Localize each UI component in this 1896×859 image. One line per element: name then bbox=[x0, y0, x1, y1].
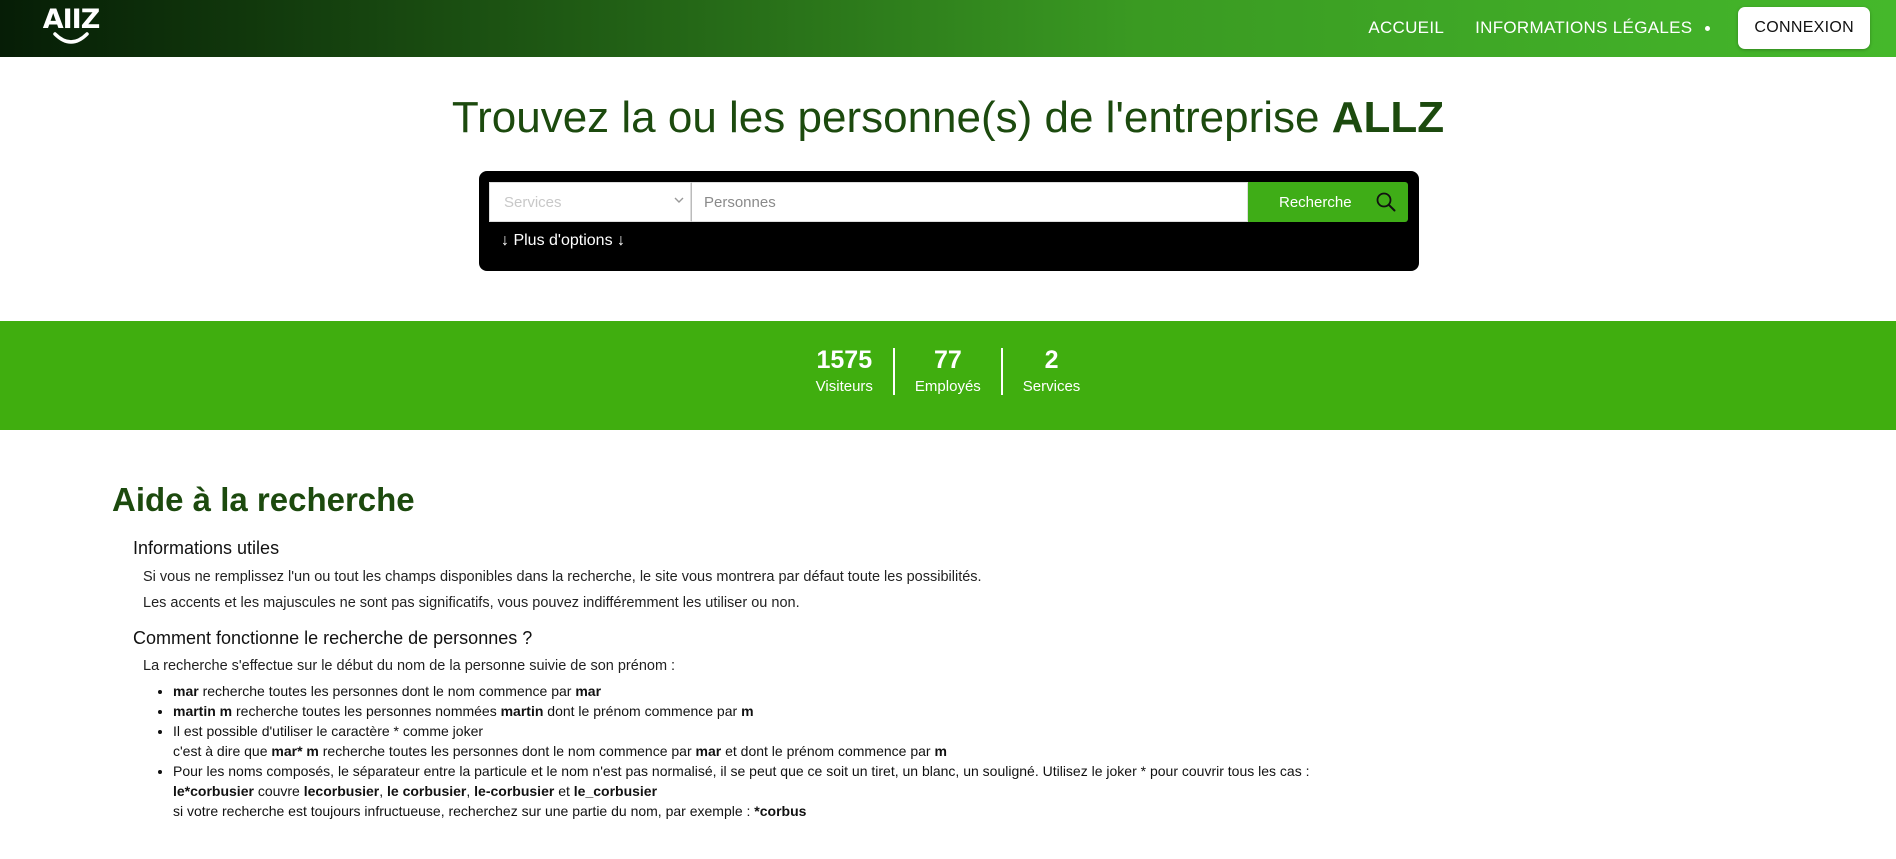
example-term: m bbox=[741, 703, 754, 719]
list-item: martin m recherche toutes les personnes … bbox=[173, 701, 1812, 721]
help-title: Aide à la recherche bbox=[112, 481, 415, 518]
services-select[interactable]: Services bbox=[489, 182, 691, 222]
nav-separator-dot bbox=[1705, 25, 1711, 31]
nav-links: ACCUEIL INFORMATIONS LÉGALES CONNEXION bbox=[1368, 7, 1870, 49]
persons-search-input[interactable] bbox=[691, 182, 1248, 222]
list-text: , bbox=[379, 783, 388, 799]
logo[interactable]: AIIZ bbox=[38, 4, 104, 52]
example-term: mar* m bbox=[271, 743, 319, 759]
list-text: recherche toutes les personnes nommées bbox=[232, 703, 501, 719]
nav-link-accueil[interactable]: ACCUEIL bbox=[1368, 18, 1444, 38]
list-text: dont le prénom commence par bbox=[543, 703, 742, 719]
stats-band: 1575 Visiteurs 77 Employés 2 Services bbox=[0, 321, 1896, 430]
stat-label: Services bbox=[1022, 378, 1081, 395]
more-options-toggle[interactable]: ↓ Plus d'options ↓ bbox=[501, 232, 625, 250]
example-term: m bbox=[934, 743, 947, 759]
example-term: mar bbox=[173, 683, 199, 699]
list-text: c'est à dire que bbox=[173, 743, 272, 759]
page-title-brand: ALLZ bbox=[1331, 93, 1445, 142]
list-text: Pour les noms composés, le séparateur en… bbox=[173, 763, 1310, 779]
stat-label: Visiteurs bbox=[815, 378, 873, 395]
stat-visitors: 1575 Visiteurs bbox=[815, 346, 893, 396]
top-navbar: AIIZ ACCUEIL INFORMATIONS LÉGALES CONNEX… bbox=[0, 0, 1896, 57]
help-list: mar recherche toutes les personnes dont … bbox=[173, 681, 1812, 821]
example-term: le-corbusier bbox=[474, 783, 555, 799]
stat-services: 2 Services bbox=[1000, 346, 1081, 395]
stat-label: Employés bbox=[914, 378, 981, 395]
page-title: Trouvez la ou les personne(s) de l'entre… bbox=[0, 93, 1896, 143]
search-row: Services Recherche bbox=[489, 182, 1409, 222]
list-text: , bbox=[466, 783, 475, 799]
how-heading: Comment fonctionne le recherche de perso… bbox=[133, 628, 533, 648]
nav-link-informations-legales[interactable]: INFORMATIONS LÉGALES bbox=[1475, 18, 1692, 38]
stats-row: 1575 Visiteurs 77 Employés 2 Services bbox=[0, 348, 1896, 395]
search-help-section: Aide à la recherche Informations utiles … bbox=[112, 481, 1812, 821]
list-text: recherche toutes les personnes dont le n… bbox=[198, 683, 576, 699]
search-button[interactable]: Recherche bbox=[1248, 182, 1408, 222]
search-button-label: Recherche bbox=[1279, 193, 1352, 211]
logo-smile-icon bbox=[53, 32, 89, 44]
stat-value: 77 bbox=[933, 346, 962, 374]
list-text: et bbox=[554, 783, 574, 799]
list-text: et dont le prénom commence par bbox=[721, 743, 935, 759]
info-paragraph-1: Si vous ne remplissez l'un ou tout les c… bbox=[143, 569, 982, 585]
example-term: martin bbox=[500, 703, 544, 719]
stat-value: 2 bbox=[1044, 346, 1059, 374]
list-item: Pour les noms composés, le séparateur en… bbox=[173, 761, 1812, 821]
example-term: mar bbox=[695, 743, 722, 759]
list-text: recherche toutes les personnes dont le n… bbox=[318, 743, 696, 759]
search-panel: Services Recherche ↓ Plus d'options ↓ bbox=[479, 171, 1419, 271]
logo-text: AIIZ bbox=[42, 4, 101, 35]
example-term: martin m bbox=[173, 703, 233, 719]
services-select-placeholder: Services bbox=[504, 193, 562, 211]
example-term: lecorbusier bbox=[303, 783, 380, 799]
list-item: Il est possible d'utiliser le caractère … bbox=[173, 721, 1812, 761]
chevron-down-icon bbox=[674, 197, 684, 203]
example-term: mar bbox=[575, 683, 602, 699]
stat-value: 1575 bbox=[816, 346, 873, 374]
example-term: *corbus bbox=[754, 803, 807, 819]
stat-employees: 77 Employés bbox=[892, 346, 1001, 395]
page-title-prefix: Trouvez la ou les personne(s) de l'entre… bbox=[451, 93, 1332, 142]
list-item: mar recherche toutes les personnes dont … bbox=[173, 681, 1812, 701]
how-intro: La recherche s'effectue sur le début du … bbox=[143, 658, 676, 674]
example-term: le*corbusier bbox=[173, 783, 254, 799]
info-heading: Informations utiles bbox=[133, 538, 280, 558]
login-button[interactable]: CONNEXION bbox=[1738, 7, 1870, 49]
list-text: couvre bbox=[253, 783, 304, 799]
info-paragraph-2: Les accents et les majuscules ne sont pa… bbox=[143, 595, 800, 611]
list-text: si votre recherche est toujours infructu… bbox=[173, 803, 755, 819]
search-icon bbox=[1376, 192, 1396, 212]
list-text: Il est possible d'utiliser le caractère … bbox=[173, 723, 484, 739]
example-term: le corbusier bbox=[387, 783, 467, 799]
example-term: le_corbusier bbox=[573, 783, 658, 799]
